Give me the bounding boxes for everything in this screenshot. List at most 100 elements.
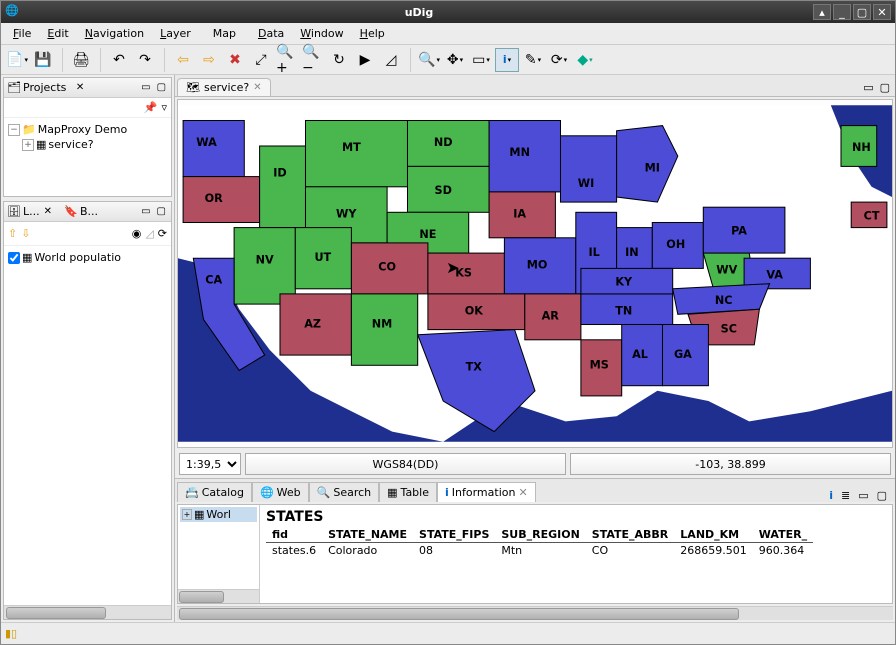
- info-tree-hscroll[interactable]: [178, 589, 259, 603]
- map-minimize[interactable]: ▭: [860, 79, 876, 96]
- tab-information[interactable]: iInformation ✕: [437, 482, 536, 502]
- info-tab-close[interactable]: ✕: [518, 486, 527, 499]
- layer-style-button[interactable]: ◉: [132, 227, 142, 240]
- zoom-tool-button[interactable]: 🔍▾: [417, 48, 441, 72]
- menu-data[interactable]: Data: [252, 25, 290, 42]
- tab-catalog[interactable]: 📇Catalog: [177, 482, 252, 502]
- expand-icon[interactable]: +: [22, 139, 34, 151]
- map-maximize[interactable]: ▢: [877, 79, 893, 96]
- svg-text:KY: KY: [615, 276, 633, 289]
- crs-field[interactable]: WGS84(DD): [245, 453, 566, 475]
- projects-icon: 🗂: [7, 81, 21, 95]
- project-child-label: service?: [48, 138, 93, 151]
- titlebar-up-button[interactable]: ▴: [813, 4, 831, 20]
- titlebar-maximize-button[interactable]: ▢: [853, 4, 871, 20]
- svg-text:MI: MI: [645, 162, 660, 175]
- undo-button[interactable]: ↶: [107, 48, 131, 72]
- menu-edit[interactable]: Edit: [41, 25, 74, 42]
- layers-close[interactable]: ✕: [42, 206, 54, 217]
- col-fid: fid: [266, 527, 322, 543]
- pan-tool-button[interactable]: ✥▾: [443, 48, 467, 72]
- collapse-icon[interactable]: −: [8, 124, 20, 136]
- scale-select[interactable]: 1:39,5: [179, 453, 241, 475]
- stop-button[interactable]: ✖: [223, 48, 247, 72]
- svg-text:NV: NV: [256, 253, 274, 266]
- redraw-button[interactable]: ⟳▾: [547, 48, 571, 72]
- refresh-button[interactable]: ↻: [327, 48, 351, 72]
- titlebar-minimize-button[interactable]: _: [833, 4, 851, 20]
- panel-menu-icon[interactable]: ▿: [161, 101, 167, 114]
- menu-layer[interactable]: Layer: [154, 25, 197, 42]
- nav-fwd-button[interactable]: ⇨: [197, 48, 221, 72]
- menu-file[interactable]: File: [7, 25, 37, 42]
- layer-visibility-checkbox[interactable]: [8, 252, 20, 264]
- play-button[interactable]: ▶: [353, 48, 377, 72]
- layers-minimize[interactable]: ▭: [139, 206, 152, 217]
- zoom-extent-button[interactable]: ⤢: [249, 48, 273, 72]
- info-tree-item[interactable]: + ▦ Worl: [180, 507, 257, 522]
- eraser-button[interactable]: ◿: [379, 48, 403, 72]
- pin-icon[interactable]: 📌: [144, 101, 158, 114]
- app-icon: 🌐: [5, 4, 21, 20]
- svg-text:OR: OR: [205, 192, 224, 205]
- info-tool-button[interactable]: i▾: [495, 48, 519, 72]
- table-row[interactable]: states.6 Colorado 08 Mtn CO 268659.501 9…: [266, 543, 813, 559]
- menu-navigation[interactable]: Navigation: [79, 25, 150, 42]
- layer-item[interactable]: ▦ World populatio: [8, 250, 167, 265]
- project-icon: 📁: [22, 123, 36, 136]
- select-tool-button[interactable]: ▭▾: [469, 48, 493, 72]
- redo-button[interactable]: ↷: [133, 48, 157, 72]
- info-table: fid STATE_NAME STATE_FIPS SUB_REGION STA…: [266, 527, 813, 558]
- svg-text:CO: CO: [378, 260, 396, 273]
- bookmarks-tab[interactable]: B...: [80, 205, 98, 218]
- projects-panel-header: 🗂 Projects ✕ ▭ ▢: [4, 78, 171, 98]
- nav-back-button[interactable]: ⇦: [171, 48, 195, 72]
- layers-hscroll[interactable]: [4, 605, 171, 619]
- print-button[interactable]: 🖨: [69, 48, 93, 72]
- expand-icon[interactable]: +: [182, 509, 192, 520]
- projects-minimize[interactable]: ▭: [139, 82, 152, 93]
- layer-refresh-button[interactable]: ⟳: [158, 227, 167, 240]
- app-window: 🌐 uDig ▴ _ ▢ ✕ File Edit Navigation Laye…: [0, 0, 896, 645]
- map-tab[interactable]: 🗺 service? ✕: [177, 78, 271, 96]
- info-maximize[interactable]: ▢: [877, 489, 887, 502]
- zoom-in-button[interactable]: 🔍+: [275, 48, 299, 72]
- zoom-out-button[interactable]: 🔍−: [301, 48, 325, 72]
- save-button[interactable]: 💾: [31, 48, 55, 72]
- svg-text:VA: VA: [766, 269, 783, 282]
- projects-maximize[interactable]: ▢: [155, 82, 168, 93]
- layer-filter-button[interactable]: ◿: [145, 227, 153, 240]
- edit-tool-button[interactable]: ✎▾: [521, 48, 545, 72]
- svg-text:MO: MO: [527, 258, 548, 271]
- menu-help[interactable]: Help: [354, 25, 391, 42]
- layer-up-button[interactable]: ⇧: [8, 227, 17, 240]
- tab-search[interactable]: 🔍Search: [309, 482, 380, 502]
- svg-text:WY: WY: [336, 207, 357, 220]
- info-list-icon[interactable]: ≣: [841, 489, 850, 502]
- menubar: File Edit Navigation Layer Map Data Wind…: [1, 23, 895, 45]
- project-child[interactable]: + ▦ service?: [22, 137, 167, 152]
- projects-close[interactable]: ✕: [74, 82, 86, 93]
- svg-text:KS: KS: [455, 267, 472, 280]
- project-root[interactable]: − 📁 MapProxy Demo: [8, 122, 167, 137]
- tab-web[interactable]: 🌐Web: [252, 482, 309, 502]
- menu-map[interactable]: Map: [201, 25, 248, 42]
- layer-down-button[interactable]: ⇩: [21, 227, 30, 240]
- new-button[interactable]: 📄▾: [5, 48, 29, 72]
- svg-text:PA: PA: [731, 225, 747, 238]
- titlebar-close-button[interactable]: ✕: [873, 4, 891, 20]
- info-action-icon[interactable]: i: [829, 489, 833, 502]
- info-minimize[interactable]: ▭: [858, 489, 868, 502]
- map-canvas[interactable]: WAORID MTNDSD MNWIMI NHCT WYNEIA NVUTCO …: [177, 99, 893, 448]
- menu-window[interactable]: Window: [294, 25, 349, 42]
- svg-text:NE: NE: [419, 228, 436, 241]
- layers-maximize[interactable]: ▢: [155, 206, 168, 217]
- add-layer-button[interactable]: ◆▾: [573, 48, 597, 72]
- layers-tab[interactable]: L...: [23, 205, 40, 218]
- svg-text:OH: OH: [666, 238, 685, 251]
- svg-text:NH: NH: [852, 141, 871, 154]
- info-hscroll[interactable]: [177, 606, 893, 620]
- map-tab-close[interactable]: ✕: [253, 82, 261, 93]
- tab-table[interactable]: ▦Table: [379, 482, 437, 502]
- statusbar: ▮▯: [1, 622, 895, 644]
